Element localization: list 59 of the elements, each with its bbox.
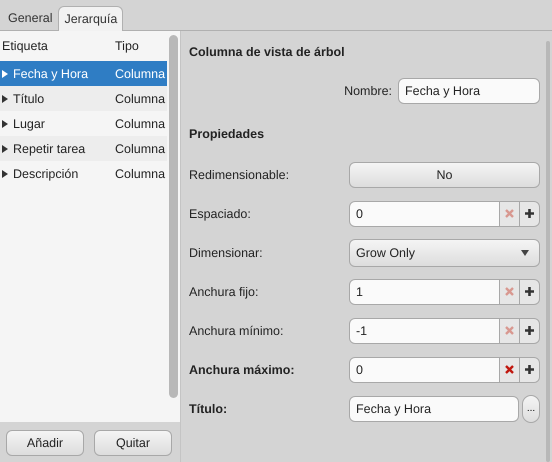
text-field[interactable]: Fecha y Hora — [349, 396, 519, 422]
tab[interactable]: Jerarquía — [58, 6, 124, 31]
expander-icon[interactable] — [2, 94, 8, 102]
clear-icon — [505, 287, 514, 296]
plus-icon — [525, 365, 534, 374]
property-label: Anchura fijo: — [189, 284, 260, 298]
toggle-button[interactable]: No — [349, 162, 540, 188]
row-type: Columna — [115, 66, 166, 80]
scrollbar[interactable] — [169, 35, 178, 398]
expander-icon[interactable] — [2, 170, 8, 178]
clear-icon — [505, 365, 514, 374]
add-button[interactable] — [520, 356, 540, 382]
add-button[interactable] — [520, 318, 540, 344]
row-type: Columna — [115, 142, 166, 156]
clear-icon — [505, 209, 514, 218]
row-label: Repetir tarea — [13, 142, 86, 156]
number-field[interactable]: 1 — [349, 278, 500, 304]
property-label: Anchura máximo: — [189, 362, 296, 376]
plus-icon — [525, 209, 534, 218]
property-label: Anchura mínimo: — [189, 324, 284, 338]
section-title: Columna de vista de árbol — [189, 45, 346, 61]
section-title: Propiedades — [189, 127, 266, 143]
row-label: Título — [13, 92, 46, 106]
column-header[interactable]: Tipo — [115, 39, 167, 53]
column-header[interactable]: Etiqueta — [2, 39, 115, 53]
field-label: Nombre: — [344, 84, 392, 98]
more-button[interactable]: ... — [522, 394, 540, 422]
property-label: Redimensionable: — [189, 168, 290, 182]
plus-icon — [525, 326, 534, 335]
property-label: Espaciado: — [189, 206, 252, 220]
property-label: Dimensionar: — [189, 246, 264, 260]
tree-row[interactable]: Título Columna — [0, 86, 167, 111]
add-button[interactable] — [520, 278, 540, 304]
tree-row[interactable]: Lugar Columna — [0, 111, 167, 136]
clear-icon — [505, 326, 514, 335]
expander-icon[interactable] — [2, 120, 8, 128]
dropdown[interactable]: Grow Only — [349, 238, 540, 266]
row-type: Columna — [115, 166, 166, 180]
add-button[interactable] — [520, 200, 540, 226]
plus-icon — [525, 287, 534, 296]
row-label: Descripción — [13, 166, 80, 180]
number-field[interactable]: -1 — [349, 318, 500, 344]
tree-row[interactable]: Descripción Columna — [0, 161, 167, 186]
dropdown-arrow-icon — [521, 250, 529, 256]
tree-row[interactable]: Fecha y Hora Columna — [0, 61, 167, 86]
name-field[interactable]: Fecha y Hora — [398, 78, 540, 104]
clear-button[interactable] — [500, 356, 520, 382]
list-button[interactable]: Quitar — [94, 430, 172, 456]
row-type: Columna — [115, 92, 166, 106]
tree-row[interactable]: Repetir tarea Columna — [0, 136, 167, 161]
tab[interactable]: General — [2, 5, 58, 30]
expander-icon[interactable] — [2, 144, 8, 152]
row-label: Fecha y Hora — [13, 66, 90, 80]
number-field[interactable]: 0 — [349, 356, 500, 382]
number-field[interactable]: 0 — [349, 200, 500, 226]
list-button[interactable]: Añadir — [6, 430, 84, 456]
row-label: Lugar — [13, 116, 46, 130]
row-type: Columna — [115, 116, 166, 130]
property-label: Título: — [189, 402, 228, 416]
